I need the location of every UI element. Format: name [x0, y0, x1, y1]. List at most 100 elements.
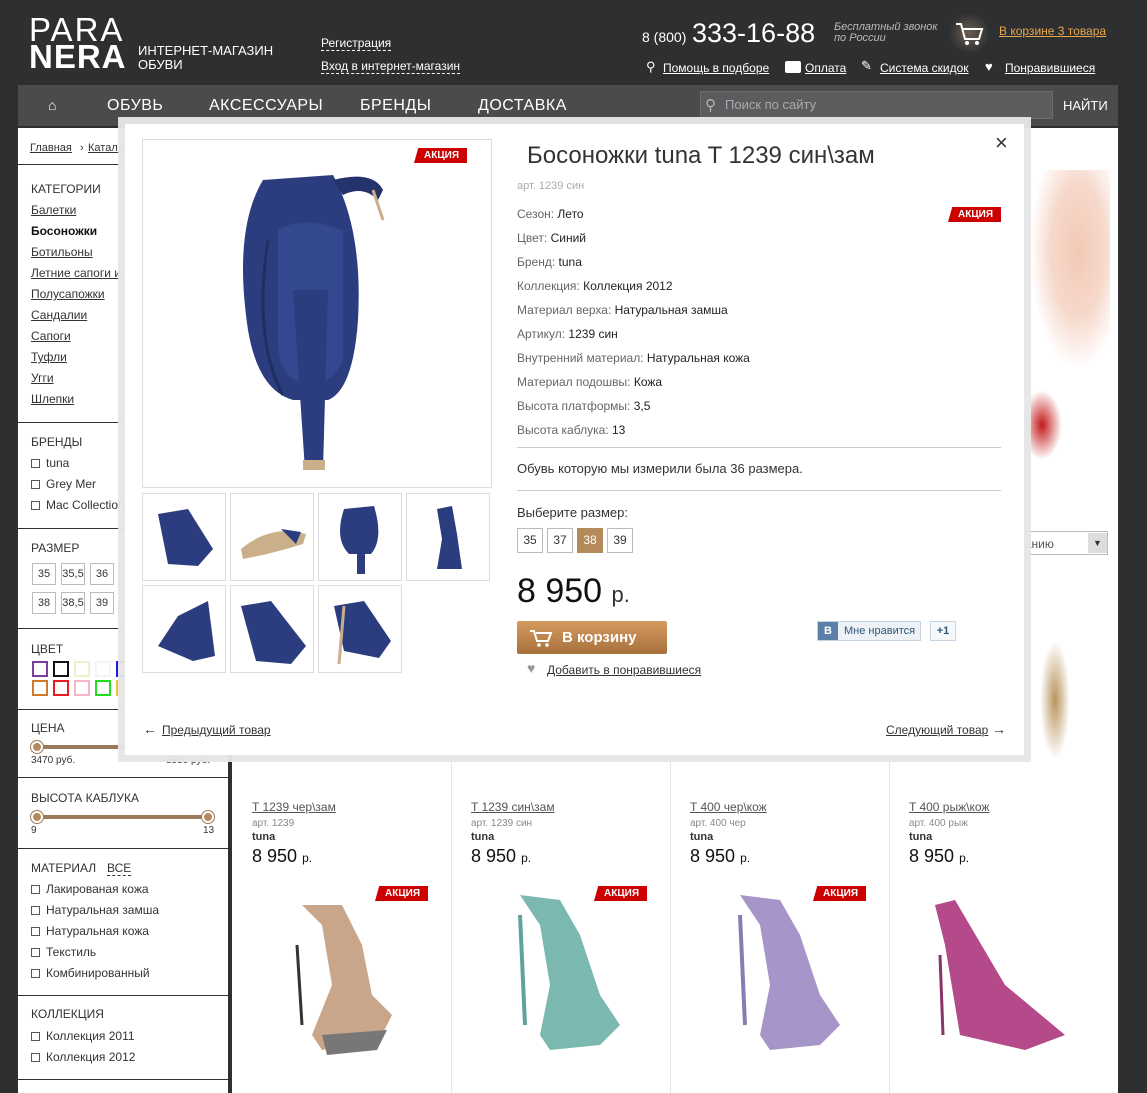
material-checkbox[interactable] — [31, 906, 40, 915]
nav-delivery[interactable]: ДОСТАВКА — [478, 97, 567, 115]
chevron-down-icon[interactable]: ▼ — [1088, 533, 1107, 553]
search-button[interactable]: НАЙТИ — [1063, 98, 1108, 113]
product-title[interactable]: T 1239 чер\зам — [252, 800, 336, 814]
category-item[interactable]: Шлепки — [31, 392, 74, 406]
material-checkbox[interactable] — [31, 927, 40, 936]
product-image[interactable] — [700, 885, 850, 1065]
cart-link[interactable]: В корзине 3 товара — [999, 24, 1106, 38]
category-item[interactable]: Балетки — [31, 203, 76, 217]
home-icon[interactable]: ⌂ — [48, 97, 56, 113]
heel-slider-max-handle[interactable] — [202, 811, 214, 823]
spec-row: Сезон: Лето — [517, 207, 584, 221]
collection-checkbox[interactable] — [31, 1032, 40, 1041]
add-to-cart-button[interactable]: В корзину — [517, 621, 667, 654]
product-main-image[interactable] — [142, 139, 492, 488]
heel-slider-min-handle[interactable] — [31, 811, 43, 823]
product-brand: tuna — [909, 831, 933, 843]
register-link[interactable]: Регистрация — [321, 36, 392, 51]
product-title[interactable]: T 400 чер\кож — [690, 800, 767, 814]
payment-link[interactable]: Оплата — [805, 61, 846, 75]
collection-label: Коллекция 2012 — [46, 1050, 136, 1064]
material-all-link[interactable]: ВСЕ — [107, 861, 132, 876]
logo-bottom[interactable]: NERA — [29, 40, 127, 74]
discounts-link[interactable]: Система скидок — [880, 61, 969, 75]
size-option[interactable]: 35 — [517, 528, 543, 553]
material-checkbox[interactable] — [31, 969, 40, 978]
size-option-selected[interactable]: 38 — [577, 528, 603, 553]
product-price: 8 950 р. — [690, 846, 751, 866]
login-link[interactable]: Вход в интернет-магазин — [321, 59, 461, 74]
category-item[interactable]: Ботильоны — [31, 245, 93, 259]
add-to-favorites-link[interactable]: Добавить в понравившиеся — [547, 663, 701, 677]
product-image[interactable] — [262, 885, 412, 1065]
size-option[interactable]: 37 — [547, 528, 573, 553]
color-swatch[interactable] — [74, 661, 90, 677]
product-art: арт. 400 рыж — [909, 818, 968, 829]
brand-checkbox[interactable] — [31, 501, 40, 510]
hanger-icon: ⚲ — [646, 59, 656, 74]
product-thumbnail[interactable] — [142, 493, 226, 581]
close-icon[interactable]: × — [995, 132, 1008, 154]
spec-row: Высота платформы: 3,5 — [517, 399, 651, 413]
divider — [18, 995, 228, 996]
product-thumbnail[interactable] — [318, 493, 402, 581]
nav-accessories[interactable]: АКСЕССУАРЫ — [209, 97, 323, 115]
nav-shoes[interactable]: ОБУВЬ — [107, 97, 163, 115]
material-checkbox[interactable] — [31, 885, 40, 894]
color-swatch[interactable] — [53, 661, 69, 677]
price-slider-min-handle[interactable] — [31, 741, 43, 753]
nav-brands[interactable]: БРЕНДЫ — [360, 97, 431, 115]
product-thumbnail[interactable] — [230, 585, 314, 673]
collection-checkbox[interactable] — [31, 1053, 40, 1062]
favorites-link[interactable]: Понравившиеся — [1005, 61, 1095, 75]
product-image[interactable] — [915, 885, 1065, 1065]
product-image[interactable] — [480, 885, 630, 1065]
plus-one-button[interactable]: +1 — [930, 621, 956, 641]
next-product-link[interactable]: Следующий товар — [886, 723, 988, 737]
category-item[interactable]: Летние сапоги и — [31, 266, 121, 280]
spec-row: Внутренний материал: Натуральная кожа — [517, 351, 750, 365]
heel-slider-track[interactable] — [36, 815, 208, 819]
color-swatch[interactable] — [32, 661, 48, 677]
cart-icon[interactable] — [948, 12, 990, 54]
material-checkbox[interactable] — [31, 948, 40, 957]
product-article: арт. 1239 син — [517, 180, 585, 192]
previous-product-link[interactable]: Предыдущий товар — [162, 723, 271, 737]
cart-icon — [530, 630, 553, 647]
color-swatch[interactable] — [74, 680, 90, 696]
category-item[interactable]: Угги — [31, 371, 54, 385]
brand-checkbox[interactable] — [31, 459, 40, 468]
brand-checkbox[interactable] — [31, 480, 40, 489]
size-option[interactable]: 38 — [32, 592, 56, 614]
search-placeholder[interactable]: Поиск по сайту — [725, 97, 816, 112]
product-image[interactable] — [1040, 640, 1070, 760]
size-option[interactable]: 39 — [90, 592, 114, 614]
breadcrumb-home[interactable]: Главная — [30, 142, 72, 154]
product-title[interactable]: T 1239 син\зам — [471, 800, 555, 814]
search-icon: ⚲ — [705, 97, 716, 114]
product-thumbnail[interactable] — [406, 493, 490, 581]
category-item[interactable]: Туфли — [31, 350, 67, 364]
help-link[interactable]: Помощь в подборе — [663, 61, 769, 75]
product-thumbnail[interactable] — [230, 493, 314, 581]
category-item[interactable]: Сапоги — [31, 329, 71, 343]
product-title[interactable]: T 400 рыж\кож — [909, 800, 989, 814]
category-item[interactable]: Сандалии — [31, 308, 87, 322]
product-brand: tuna — [690, 831, 714, 843]
price-title: ЦЕНА — [31, 721, 65, 735]
color-swatch[interactable] — [95, 680, 111, 696]
category-item[interactable]: Полусапожки — [31, 287, 105, 301]
material-label: Лакированая кожа — [46, 882, 149, 896]
tagline: ИНТЕРНЕТ-МАГАЗИН ОБУВИ — [138, 43, 274, 72]
size-option[interactable]: 39 — [607, 528, 633, 553]
size-option[interactable]: 36 — [90, 563, 114, 585]
size-option[interactable]: 35,5 — [61, 563, 85, 585]
color-swatch[interactable] — [95, 661, 111, 677]
color-swatch[interactable] — [32, 680, 48, 696]
product-thumbnail[interactable] — [318, 585, 402, 673]
size-option[interactable]: 38,5 — [61, 592, 85, 614]
category-item-active[interactable]: Босоножки — [31, 224, 97, 238]
color-swatch[interactable] — [53, 680, 69, 696]
size-option[interactable]: 35 — [32, 563, 56, 585]
product-thumbnail[interactable] — [142, 585, 226, 673]
